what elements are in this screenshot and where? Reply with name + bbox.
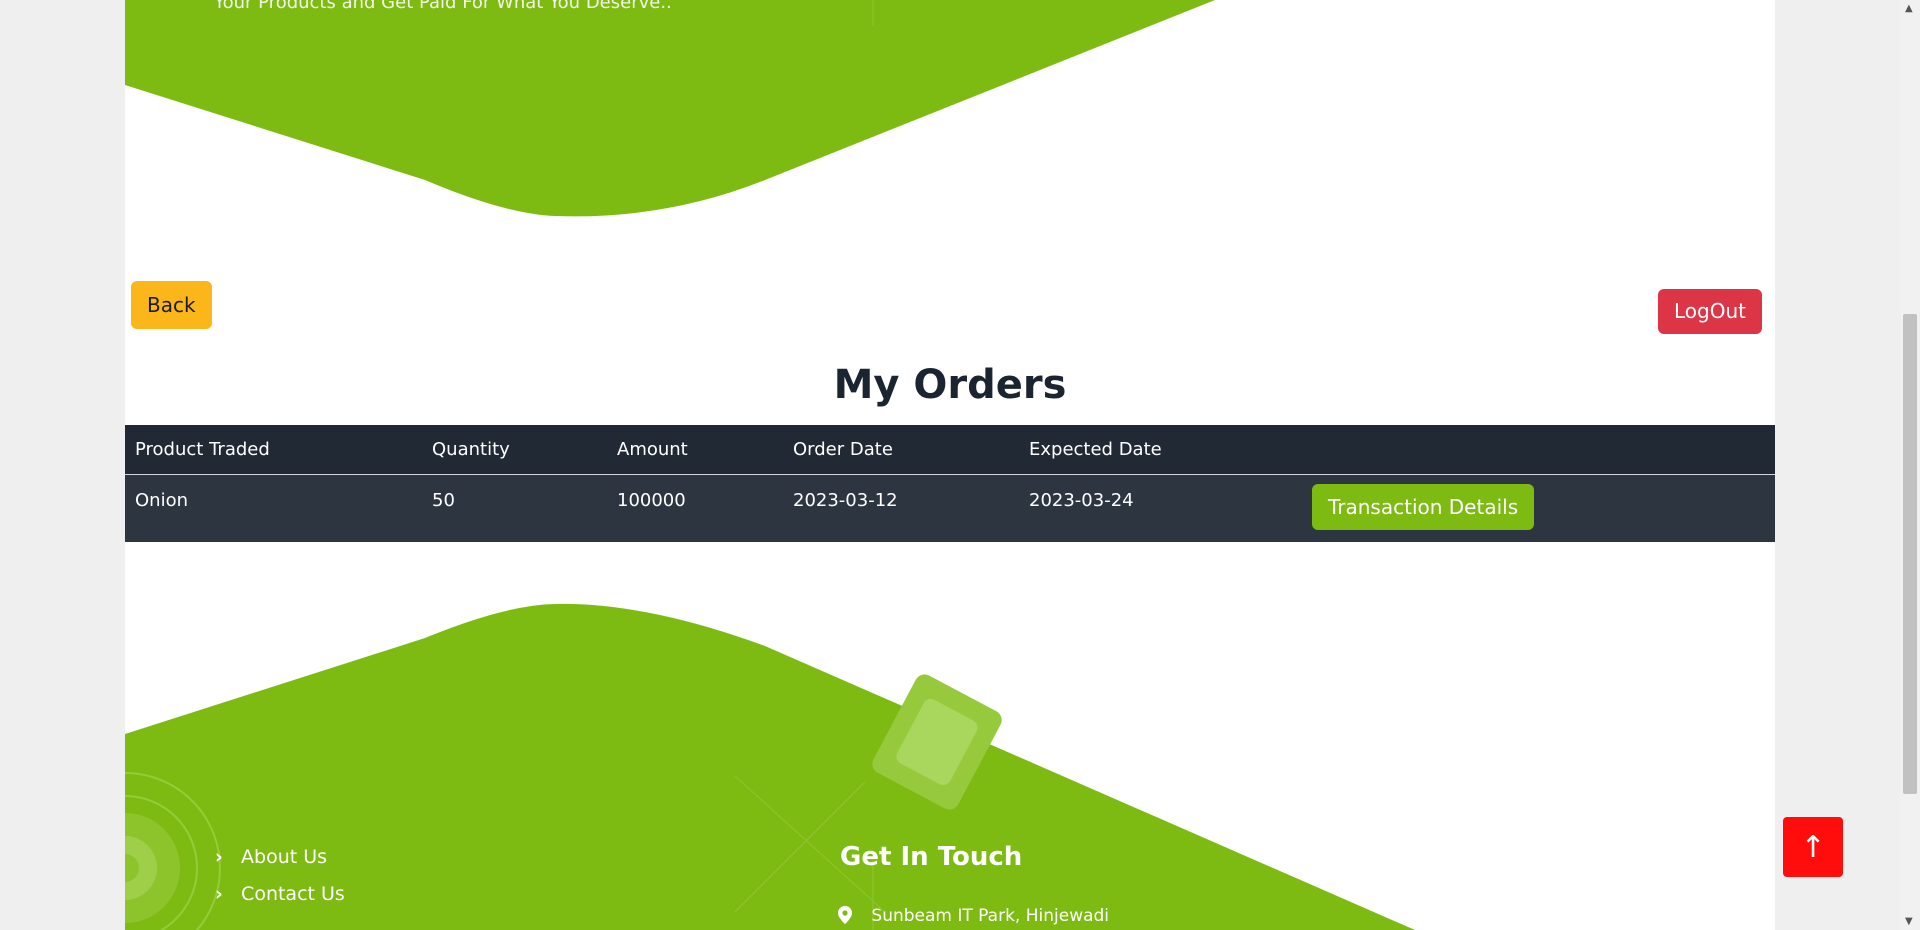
orders-table: Product Traded Quantity Amount Order Dat… bbox=[125, 425, 1775, 542]
footer-links: › About Us › Contact Us bbox=[215, 846, 345, 920]
cell-quantity: 50 bbox=[432, 489, 455, 511]
scroll-up-arrow-icon[interactable]: ▲ bbox=[1905, 3, 1913, 14]
column-header-quantity: Quantity bbox=[432, 438, 510, 460]
transaction-details-button[interactable]: Transaction Details bbox=[1312, 483, 1535, 530]
page-scrollbar[interactable]: ▲ ▼ bbox=[1900, 0, 1920, 930]
map-pin-icon bbox=[838, 906, 852, 924]
page-container: Your Products and Get Paid For What You … bbox=[125, 0, 1775, 930]
chevron-right-icon: › bbox=[215, 846, 223, 868]
cell-action: Transaction Details bbox=[1302, 474, 1775, 542]
scrollbar-thumb[interactable] bbox=[1903, 314, 1917, 794]
cell-order-date: 2023-03-12 bbox=[793, 489, 898, 511]
footer-address-text: Sunbeam IT Park, Hinjewadi bbox=[871, 906, 1110, 926]
scroll-to-top-button[interactable]: ↑ bbox=[1783, 817, 1843, 877]
table-header-row: Product Traded Quantity Amount Order Dat… bbox=[125, 425, 1775, 474]
table-row: Onion 50 100000 2023-03-12 2023-03-24 Tr… bbox=[125, 474, 1775, 542]
column-header-product: Product Traded bbox=[135, 438, 270, 460]
footer-link-label: Contact Us bbox=[241, 883, 345, 905]
footer-link-about[interactable]: › About Us bbox=[215, 846, 345, 883]
footer-link-contact[interactable]: › Contact Us bbox=[215, 883, 345, 920]
chevron-right-icon: › bbox=[215, 883, 223, 905]
back-button[interactable]: Back bbox=[131, 281, 212, 329]
hero-background-wave bbox=[125, 0, 1215, 217]
hero-tagline: Your Products and Get Paid For What You … bbox=[214, 0, 672, 13]
page-title: My Orders bbox=[833, 362, 1067, 408]
scroll-down-arrow-icon[interactable]: ▼ bbox=[1905, 916, 1913, 927]
arrow-up-icon: ↑ bbox=[1800, 829, 1826, 865]
footer-background-wave bbox=[125, 603, 1415, 930]
column-header-expected-date: Expected Date bbox=[1029, 438, 1162, 460]
cell-amount: 100000 bbox=[617, 489, 686, 511]
footer-address: Sunbeam IT Park, Hinjewadi bbox=[838, 906, 1109, 926]
cell-product: Onion bbox=[135, 489, 188, 511]
cell-expected-date: 2023-03-24 bbox=[1029, 489, 1134, 511]
column-header-amount: Amount bbox=[617, 438, 688, 460]
footer-link-label: About Us bbox=[241, 846, 328, 868]
logout-button[interactable]: LogOut bbox=[1658, 289, 1762, 334]
column-header-order-date: Order Date bbox=[793, 438, 893, 460]
get-in-touch-title: Get In Touch bbox=[840, 842, 1023, 872]
column-header-action bbox=[1302, 425, 1775, 474]
